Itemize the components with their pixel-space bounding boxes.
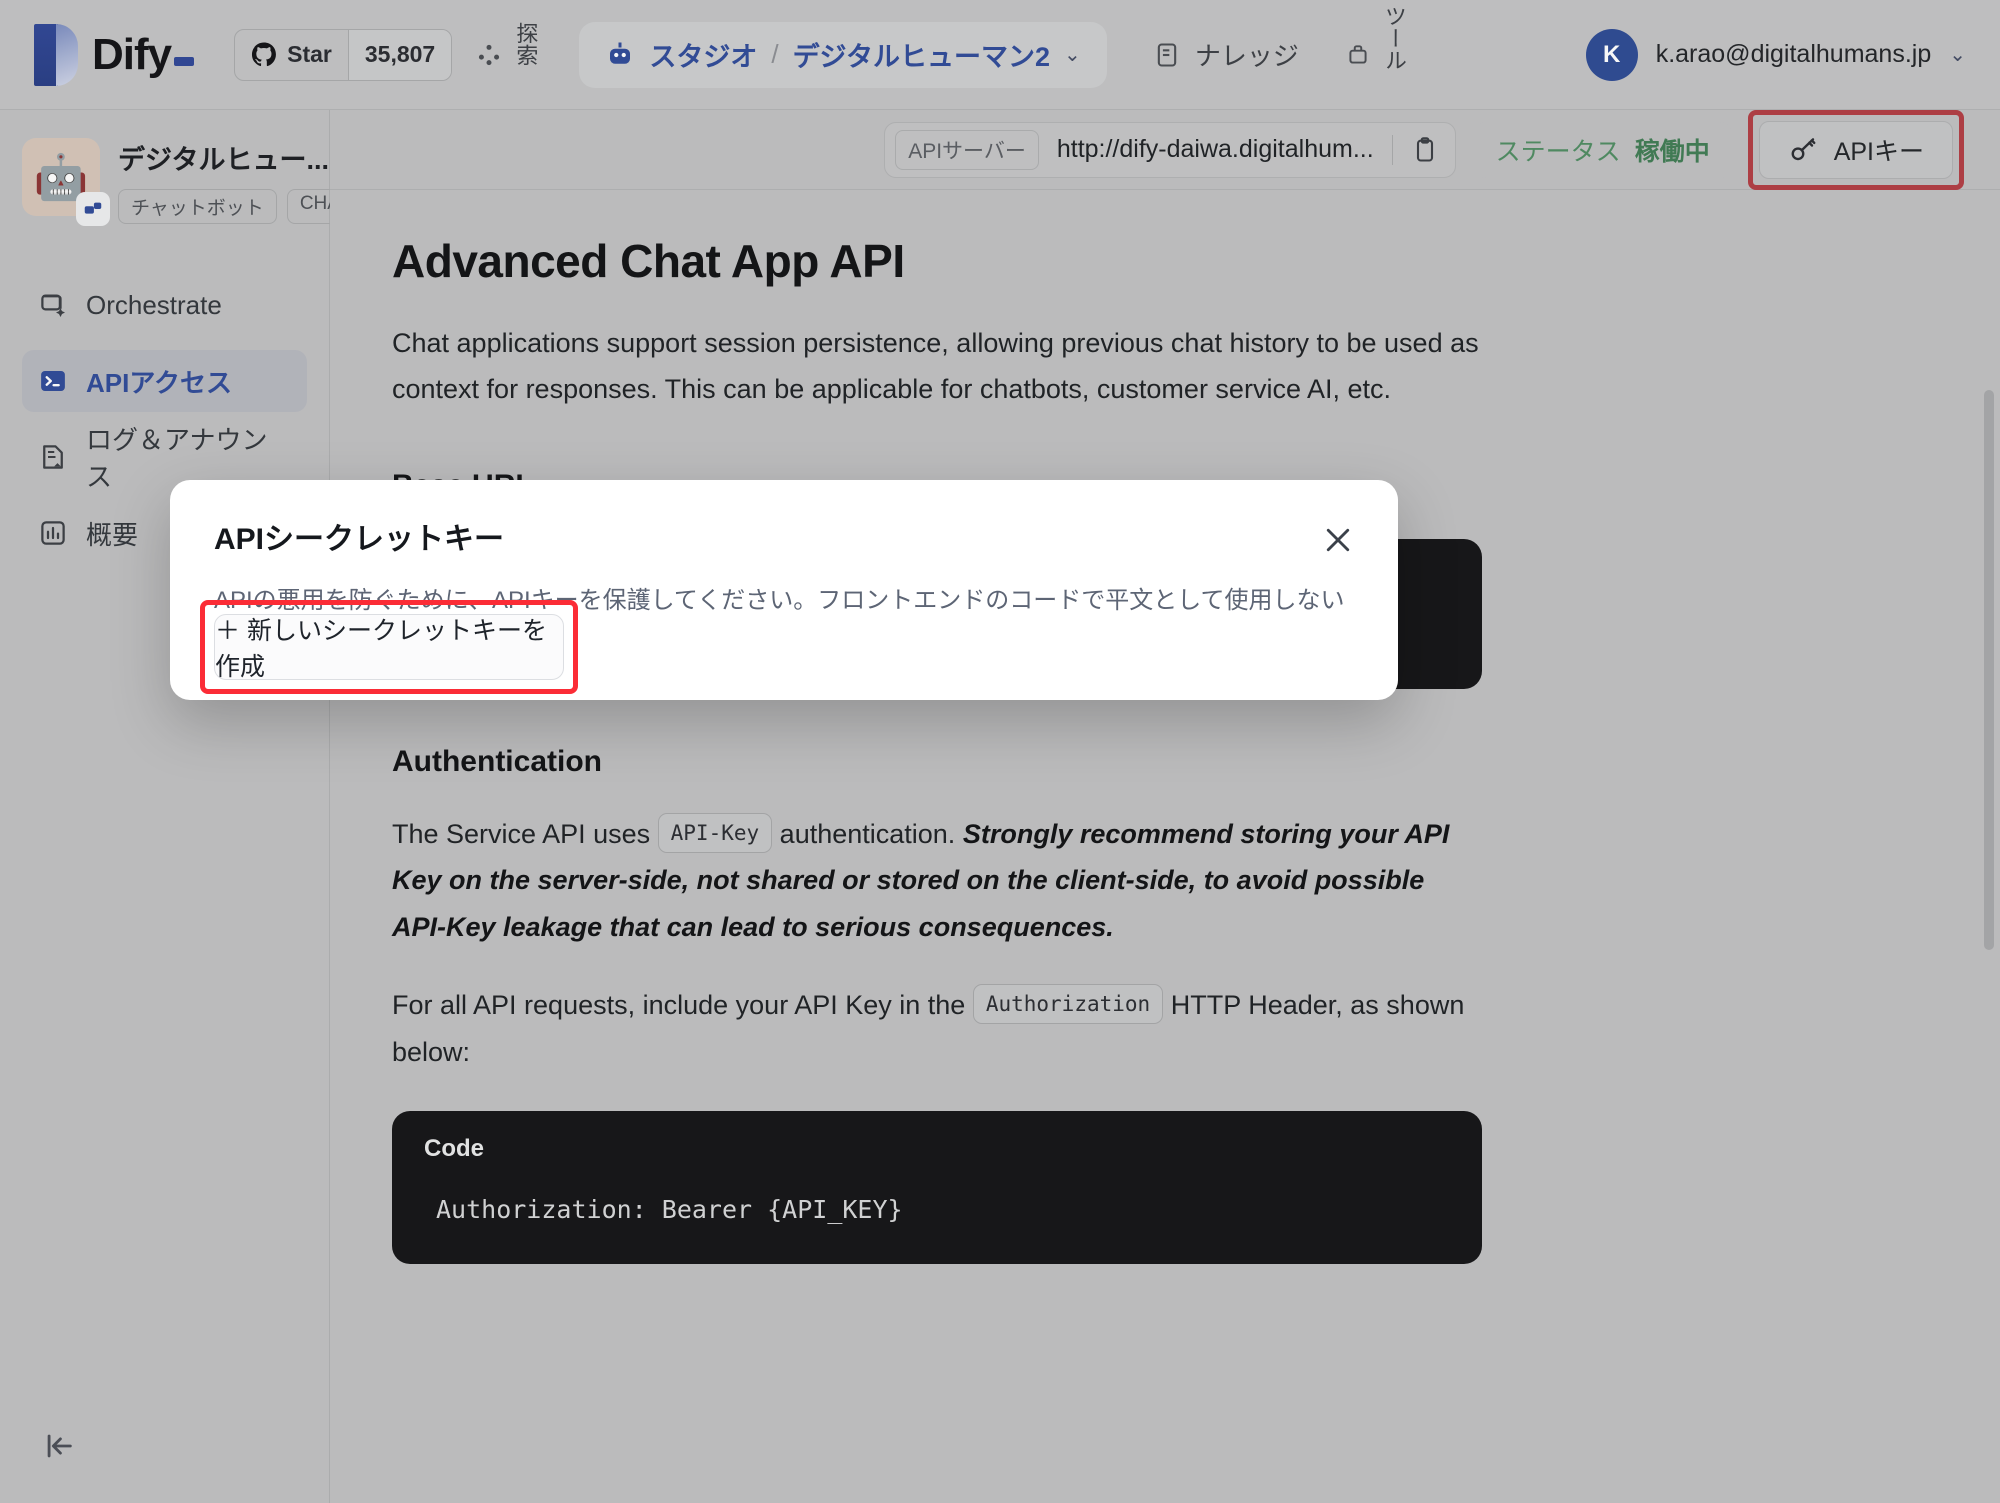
api-doc: Advanced Chat App API Chat applications … [330, 190, 1750, 1265]
close-button[interactable] [1318, 520, 1358, 560]
intro-paragraph: Chat applications support session persis… [392, 328, 1479, 405]
api-server-bar: APIサーバー http://dify-daiwa.digitalhum... … [330, 109, 2000, 190]
explore-nav-item[interactable]: 探索 [476, 21, 539, 88]
close-icon [1326, 528, 1350, 552]
create-secret-key-button[interactable]: ＋ 新しいシークレットキーを作成 [214, 614, 564, 681]
chevron-down-icon[interactable]: ⌄ [1064, 42, 1081, 67]
authentication-heading: Authentication [392, 744, 602, 778]
api-key-button-label: APIキー [1833, 137, 1924, 166]
terminal-icon [41, 371, 65, 391]
knowledge-label: ナレッジ [1194, 41, 1299, 71]
sidebar-item-orchestrate[interactable]: Orchestrate [22, 274, 307, 336]
app-type-badge-icon [76, 192, 110, 226]
app-background: Dify Star 35,807 探索 スタジオ / デジタルヒューマン2 ⌄ … [0, 0, 2000, 1503]
auth-text-2: authentication. [779, 818, 956, 849]
dify-logo-mark [34, 23, 78, 86]
collapse-left-icon [47, 1434, 72, 1458]
tools-label: ツール [1381, 4, 1407, 71]
clipboard-icon[interactable] [1411, 135, 1439, 165]
main-content: Advanced Chat App API Chat applications … [330, 190, 2000, 1503]
breadcrumb-separator: / [771, 39, 779, 69]
sidebar-item-label: APIアクセス [86, 367, 233, 398]
github-star-pill[interactable]: Star 35,807 [234, 28, 453, 81]
dify-logo-label: Dify [92, 29, 172, 79]
dify-logo-underscore [174, 56, 195, 66]
github-star-label: Star [287, 41, 332, 67]
app-card[interactable]: 🤖 デジタルヒュー... ⌄ チャットボット [0, 110, 377, 234]
sidebar-item-logs[interactable]: ログ＆アナウンス [22, 425, 307, 492]
api-server-label: APIサーバー [895, 129, 1039, 170]
toolbox-icon [1349, 44, 1367, 64]
knowledge-nav-item[interactable]: ナレッジ [1153, 36, 1299, 73]
chart-icon [41, 521, 65, 545]
api-key-button[interactable]: APIキー [1758, 120, 1953, 179]
auth-paragraph: The Service API uses API-Key authenticat… [392, 811, 1482, 950]
modal-title: APIシークレットキー [214, 523, 505, 556]
explore-label: 探索 [513, 21, 539, 66]
account-email: k.arao@digitalhumans.jp [1655, 40, 1932, 68]
explore-grid-icon [479, 44, 500, 65]
key-icon [1791, 137, 1816, 160]
app-tag: チャットボット [118, 189, 277, 224]
tools-nav-item[interactable]: ツール [1345, 4, 1407, 105]
header-paragraph: For all API requests, include your API K… [392, 982, 1482, 1075]
book-icon [1157, 42, 1177, 67]
divider [1391, 134, 1393, 165]
chevron-down-icon[interactable]: ⌄ [1949, 42, 1966, 67]
breadcrumb-app[interactable]: デジタルヒューマン2 [793, 35, 1050, 74]
codeblock-content: Authorization: Bearer {API_KEY} [436, 1195, 903, 1225]
account-menu[interactable]: K k.arao@digitalhumans.jp ⌄ [1585, 28, 1966, 81]
dify-logo-text: Dify [92, 29, 195, 80]
vertical-scrollbar[interactable] [1984, 390, 1994, 950]
app-meta: デジタルヒュー... ⌄ チャットボット CHAT... [118, 138, 377, 224]
github-star-count: 35,807 [347, 29, 452, 80]
dify-logo[interactable]: Dify [34, 23, 195, 86]
status-value: 稼働中 [1634, 137, 1710, 166]
github-icon [252, 42, 277, 66]
app-avatar: 🤖 [22, 138, 110, 226]
create-secret-key-highlight: ＋ 新しいシークレットキーを作成 [200, 600, 578, 694]
app-name-row[interactable]: デジタルヒュー... ⌄ [118, 138, 355, 177]
screen-root: Dify Star 35,807 探索 スタジオ / デジタルヒューマン2 ⌄ … [0, 0, 2000, 1503]
api-server-url: http://dify-daiwa.digitalhum... [1056, 135, 1374, 163]
status-badge: ステータス 稼働中 [1473, 121, 1732, 178]
chat-nodes-icon [84, 202, 102, 214]
sidebar-item-label: 概要 [86, 519, 139, 550]
api-key-highlight: APIキー [1747, 109, 1964, 190]
header-text-1: For all API requests, include your API K… [392, 990, 966, 1021]
app-name: デジタルヒュー... [118, 145, 329, 175]
robot-icon [610, 42, 631, 64]
page-title: Advanced Chat App API [392, 235, 905, 287]
breadcrumb-workspace[interactable]: スタジオ [649, 35, 757, 74]
app-sidebar: 🤖 デジタルヒュー... ⌄ チャットボット [0, 110, 377, 1503]
auth-codeblock: Code Authorization: Bearer {API_KEY} [392, 1111, 1482, 1265]
sidebar-collapse-button[interactable] [38, 1425, 80, 1467]
github-star-left[interactable]: Star [235, 30, 348, 80]
sidebar-item-api-access[interactable]: APIアクセス [22, 350, 307, 412]
inline-code-authorization: Authorization [972, 984, 1164, 1025]
codeblock-title: Code [424, 1135, 484, 1163]
orchestrate-icon [41, 294, 65, 317]
sidebar-item-label: Orchestrate [86, 289, 222, 320]
log-icon [43, 445, 63, 469]
status-label: ステータス [1495, 137, 1621, 166]
studio-breadcrumb[interactable]: スタジオ / デジタルヒューマン2 ⌄ [579, 21, 1107, 88]
top-header-bar: Dify Star 35,807 探索 スタジオ / デジタルヒューマン2 ⌄ … [0, 0, 2000, 110]
auth-text-1: The Service API uses [392, 818, 651, 849]
api-server-box: APIサーバー http://dify-daiwa.digitalhum... [884, 121, 1456, 178]
inline-code-api-key: API-Key [657, 812, 773, 853]
app-tags: チャットボット CHAT... [118, 189, 377, 224]
avatar: K [1585, 28, 1638, 81]
